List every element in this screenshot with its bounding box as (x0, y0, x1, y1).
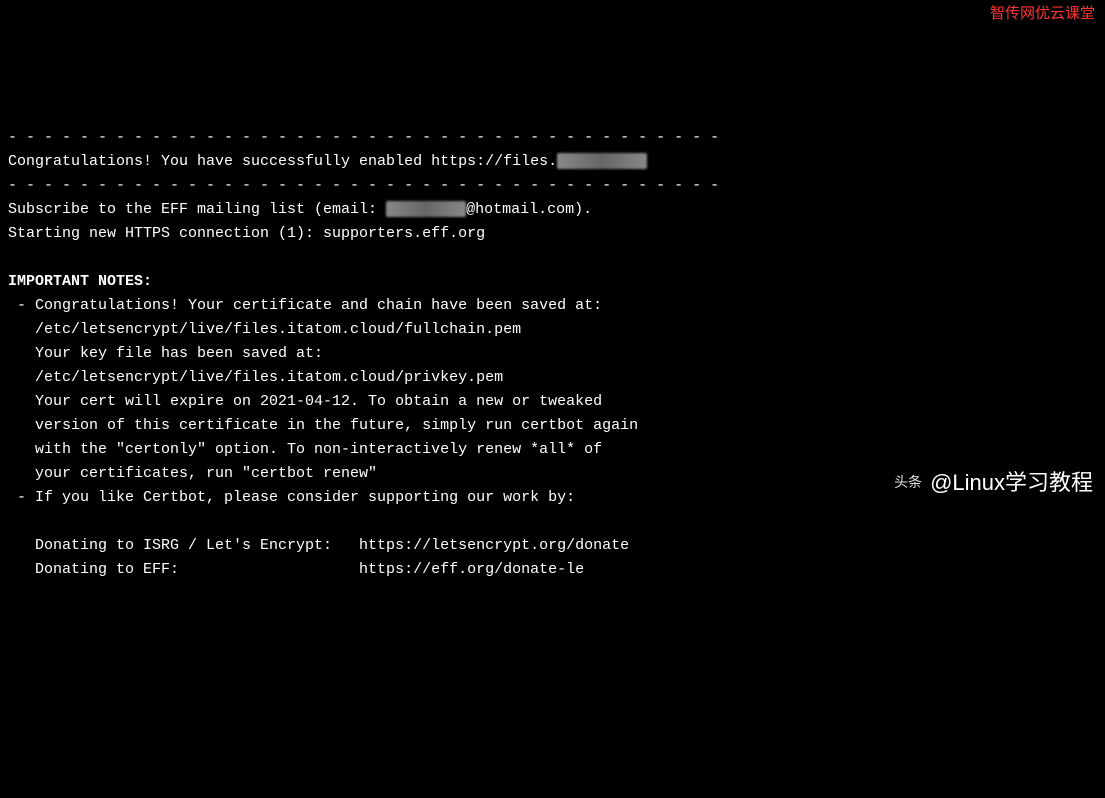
terminal-output: - - - - - - - - - - - - - - - - - - - - … (8, 102, 1097, 582)
note-line: Your key file has been saved at: (8, 345, 323, 362)
redacted-email: xxxxx (386, 201, 466, 217)
separator-line: - - - - - - - - - - - - - - - - - - - - … (8, 177, 719, 194)
privkey-path: /etc/letsencrypt/live/files.itatom.cloud… (8, 369, 503, 386)
subscribe-text-prefix: Subscribe to the EFF mailing list (email… (8, 201, 386, 218)
watermark-handle: @Linux学习教程 (930, 465, 1093, 500)
note-line: - Congratulations! Your certificate and … (8, 297, 602, 314)
donate-eff-line: Donating to EFF: https://eff.org/donate-… (8, 561, 584, 578)
note-line: Your cert will expire on 2021-04-12. To … (8, 393, 602, 410)
note-line: your certificates, run "certbot renew" (8, 465, 377, 482)
watermark-top: 智传网优云课堂 (990, 2, 1095, 26)
separator-line: - - - - - - - - - - - - - - - - - - - - … (8, 129, 719, 146)
note-line: with the "certonly" option. To non-inter… (8, 441, 602, 458)
redacted-domain: xxxxxx (557, 153, 647, 169)
watermark-bottom: 头条 @Linux学习教程 (894, 465, 1093, 500)
donate-isrg-line: Donating to ISRG / Let's Encrypt: https:… (8, 537, 629, 554)
note-line: version of this certificate in the futur… (8, 417, 638, 434)
fullchain-path: /etc/letsencrypt/live/files.itatom.cloud… (8, 321, 521, 338)
note-line: - If you like Certbot, please consider s… (8, 489, 575, 506)
watermark-source: 头条 (894, 471, 922, 493)
subscribe-text-suffix: @hotmail.com). (466, 201, 592, 218)
https-connection-text: Starting new HTTPS connection (1): suppo… (8, 225, 485, 242)
congrats-text: Congratulations! You have successfully e… (8, 153, 557, 170)
important-notes-heading: IMPORTANT NOTES: (8, 273, 152, 290)
